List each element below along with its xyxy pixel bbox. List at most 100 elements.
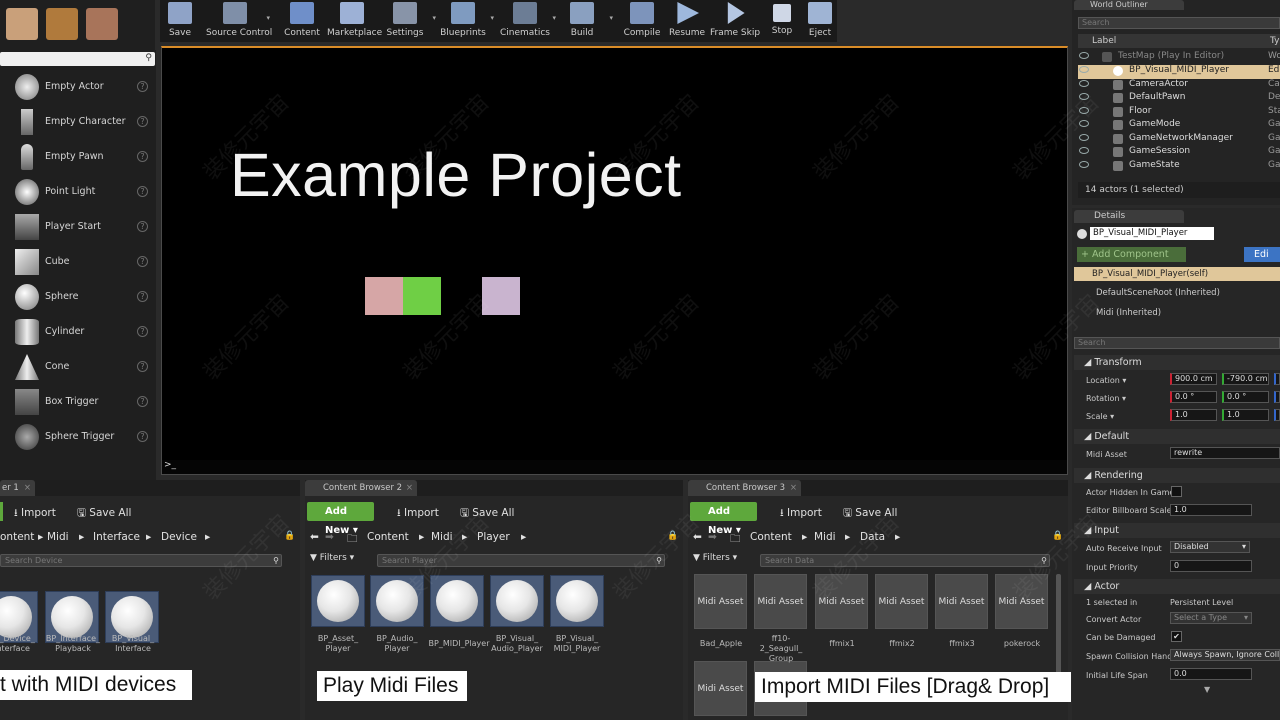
midi-asset-tile[interactable]: Midi Asset <box>694 661 747 716</box>
midi-asset-field[interactable]: rewrite <box>1170 447 1280 459</box>
eye-icon[interactable] <box>1079 107 1089 114</box>
import-button[interactable]: ⭳ Import <box>780 505 822 523</box>
eye-icon[interactable] <box>1079 80 1089 87</box>
places-search-input[interactable]: ⚲ <box>0 52 155 66</box>
eject-button[interactable]: Eject <box>796 0 844 42</box>
place-item-empty-pawn[interactable]: Empty Pawn? <box>0 140 156 175</box>
outliner-row[interactable]: TestMap (Play In Editor) Wo <box>1078 51 1280 65</box>
cinematics-button[interactable]: Cinematics ▾ <box>500 0 556 42</box>
outliner-row[interactable]: GameState Ga <box>1078 160 1280 174</box>
add-new-button[interactable]: Add New ▾ <box>690 502 757 536</box>
eye-icon[interactable] <box>1079 66 1089 73</box>
rotation-x-field[interactable]: 0.0 ° <box>1170 391 1217 403</box>
asset-tile[interactable] <box>490 575 544 627</box>
expand-advanced-icon[interactable]: ▼ <box>1204 685 1210 694</box>
help-icon[interactable]: ? <box>137 396 148 407</box>
place-item-cube[interactable]: Cube? <box>0 245 156 280</box>
component-root[interactable]: DefaultSceneRoot (Inherited) <box>1082 288 1220 298</box>
tab-details[interactable]: Details <box>1074 210 1184 223</box>
location-y-field[interactable]: -790.0 cm <box>1222 373 1269 385</box>
content-button[interactable]: Content <box>277 0 327 42</box>
place-item-box-trigger[interactable]: Box Trigger? <box>0 385 156 420</box>
search-input[interactable]: Search Data ⚲ <box>760 554 1050 567</box>
initial-life-span-field[interactable]: 0.0 <box>1170 668 1252 680</box>
asset-tile[interactable] <box>430 575 484 627</box>
add-new-button[interactable]: Add New ▾ <box>307 502 374 536</box>
lock-icon[interactable]: 🔒 <box>667 531 678 541</box>
console-input[interactable]: >_ <box>162 460 1067 474</box>
section-transform[interactable]: ◢ Transform <box>1074 355 1280 370</box>
asset-tile[interactable] <box>370 575 424 627</box>
place-item-empty-actor[interactable]: Empty Actor? <box>0 70 156 105</box>
tab-content-browser-3[interactable]: Content Browser 3 × <box>688 480 801 496</box>
help-icon[interactable]: ? <box>137 221 148 232</box>
resume-button[interactable]: Resume <box>662 0 712 42</box>
forward-arrow-icon[interactable]: ➡ <box>708 531 717 543</box>
filters-button[interactable]: ▼ Filters ▾ <box>310 553 354 563</box>
close-icon[interactable]: × <box>24 480 31 496</box>
hidden-in-game-checkbox[interactable] <box>1171 486 1182 497</box>
geometry-mode-icon[interactable] <box>86 8 118 40</box>
search-input[interactable]: Search Player ⚲ <box>377 554 665 567</box>
billboard-scale-field[interactable]: 1.0 <box>1170 504 1252 516</box>
place-item-point-light[interactable]: Point Light? <box>0 175 156 210</box>
midi-asset-tile[interactable]: Midi Asset <box>815 574 868 629</box>
add-new-button[interactable] <box>0 502 3 521</box>
scale-z-field[interactable]: 1. <box>1274 409 1280 421</box>
tab-content-browser-1[interactable]: er 1 × <box>0 480 35 496</box>
eye-icon[interactable] <box>1079 120 1089 127</box>
actor-name-input[interactable]: BP_Visual_MIDI_Player <box>1090 227 1214 240</box>
blueprints-button[interactable]: Blueprints ▾ <box>438 0 494 42</box>
foliage-mode-icon[interactable] <box>46 8 78 40</box>
eye-icon[interactable] <box>1079 52 1089 59</box>
spawn-collision-select[interactable]: Always Spawn, Ignore Collisi <box>1170 649 1280 661</box>
outliner-search-input[interactable]: Search <box>1078 17 1280 29</box>
auto-receive-select[interactable]: Disabled ▾ <box>1170 541 1250 553</box>
place-item-player-start[interactable]: Player Start? <box>0 210 156 245</box>
help-icon[interactable]: ? <box>137 291 148 302</box>
eye-icon[interactable] <box>1079 93 1089 100</box>
location-z-field[interactable]: 20 <box>1274 373 1280 385</box>
help-icon[interactable]: ? <box>137 81 148 92</box>
place-item-cylinder[interactable]: Cylinder? <box>0 315 156 350</box>
help-icon[interactable]: ? <box>137 256 148 267</box>
component-self[interactable]: BP_Visual_MIDI_Player(self) <box>1074 267 1280 281</box>
add-component-button[interactable]: + Add Component <box>1077 247 1186 262</box>
save-all-button[interactable]: 🖫 Save All <box>460 505 514 523</box>
component-midi[interactable]: Midi (Inherited) <box>1082 308 1161 318</box>
input-priority-field[interactable]: 0 <box>1170 560 1252 572</box>
midi-asset-tile[interactable]: Midi Asset <box>694 574 747 629</box>
rotation-z-field[interactable]: 0. <box>1274 391 1280 403</box>
save-all-button[interactable]: 🖫 Save All <box>843 505 897 523</box>
help-icon[interactable]: ? <box>137 186 148 197</box>
eye-icon[interactable] <box>1079 147 1089 154</box>
convert-actor-select[interactable]: Select a Type ▾ <box>1170 612 1252 624</box>
level-viewport[interactable]: Example Project <box>161 46 1068 475</box>
scale-label[interactable]: Scale ▾ <box>1086 412 1114 421</box>
import-button[interactable]: ⭳ Import <box>14 505 56 523</box>
place-item-cone[interactable]: Cone? <box>0 350 156 385</box>
outliner-row[interactable]: GameMode Ga <box>1078 119 1280 133</box>
place-item-sphere-trigger[interactable]: Sphere Trigger? <box>0 420 156 455</box>
midi-asset-tile[interactable]: Midi Asset <box>754 574 807 629</box>
filters-button[interactable]: ▼ Filters ▾ <box>693 553 737 563</box>
lock-icon[interactable]: 🔒 <box>284 531 295 541</box>
back-arrow-icon[interactable]: ⬅ <box>693 531 702 543</box>
save-all-button[interactable]: 🖫 Save All <box>77 505 131 523</box>
outliner-row[interactable]: GameNetworkManager Ga <box>1078 133 1280 147</box>
lock-icon[interactable]: 🔒 <box>1052 531 1063 541</box>
search-input[interactable]: Search Device ⚲ <box>0 554 282 567</box>
section-rendering[interactable]: ◢ Rendering <box>1074 468 1280 483</box>
section-default[interactable]: ◢ Default <box>1074 429 1280 444</box>
settings-button[interactable]: Settings ▾ <box>380 0 436 42</box>
scale-y-field[interactable]: 1.0 <box>1222 409 1269 421</box>
place-item-sphere[interactable]: Sphere? <box>0 280 156 315</box>
section-actor[interactable]: ◢ Actor <box>1074 579 1280 594</box>
rotation-y-field[interactable]: 0.0 ° <box>1222 391 1269 403</box>
help-icon[interactable]: ? <box>137 116 148 127</box>
midi-asset-tile[interactable]: Midi Asset <box>935 574 988 629</box>
help-icon[interactable]: ? <box>137 326 148 337</box>
edit-blueprint-button[interactable]: Edi <box>1244 247 1280 262</box>
eye-icon[interactable] <box>1079 161 1089 168</box>
frame-skip-button[interactable]: Frame Skip <box>710 0 760 42</box>
